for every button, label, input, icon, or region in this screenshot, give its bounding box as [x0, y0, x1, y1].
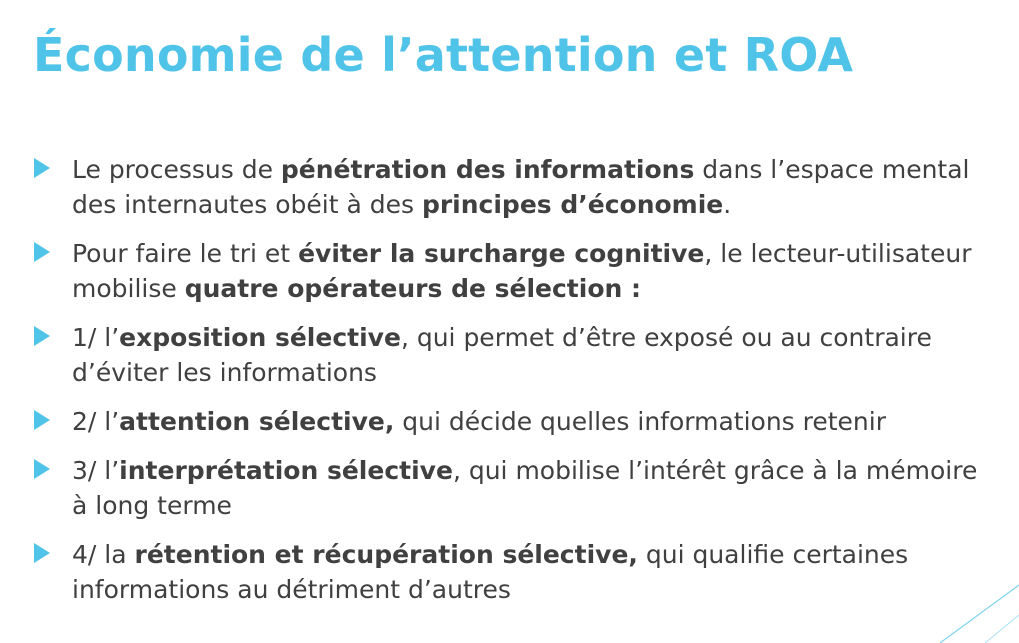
bullet-item: Pour faire le tri et éviter la surcharge… — [34, 236, 994, 306]
triangle-right-icon — [34, 459, 50, 479]
bullet-text: 3/ l’interprétation sélective, qui mobil… — [72, 456, 977, 520]
bullet-bold-run: interprétation sélective — [119, 456, 453, 485]
bullet-text: 4/ la rétention et récupération sélectiv… — [72, 540, 908, 604]
bullet-item: 2/ l’attention sélective, qui décide que… — [34, 404, 994, 439]
bullet-item: 3/ l’interprétation sélective, qui mobil… — [34, 453, 994, 523]
bullet-bold-run: attention sélective, — [119, 407, 395, 436]
slide-title: Économie de l’attention et ROA — [33, 28, 854, 82]
bullet-text: Le processus de pénétration des informat… — [72, 155, 970, 219]
bullet-bold-run: quatre opérateurs de sélection : — [184, 274, 641, 303]
bullet-bold-run: principes d’économie — [421, 190, 724, 219]
triangle-right-icon — [34, 158, 50, 178]
bullet-text: 1/ l’exposition sélective, qui permet d’… — [72, 323, 932, 387]
bullet-text-run: Pour faire le tri et — [72, 239, 299, 268]
bullet-text: 2/ l’attention sélective, qui décide que… — [72, 407, 886, 436]
triangle-right-icon — [34, 410, 50, 430]
bullet-item: 4/ la rétention et récupération sélectiv… — [34, 537, 994, 607]
bullet-text: Pour faire le tri et éviter la surcharge… — [72, 239, 971, 303]
bullet-text-run: 2/ l’ — [72, 407, 120, 436]
bullet-text-run: 1/ l’ — [72, 323, 120, 352]
bullet-text-run: qui décide quelles informations retenir — [394, 407, 886, 436]
triangle-right-icon — [34, 326, 50, 346]
bullet-item: Le processus de pénétration des informat… — [34, 152, 994, 222]
bullet-text-run: Le processus de — [72, 155, 281, 184]
bullet-text-run: 3/ l’ — [72, 456, 120, 485]
bullet-text-run: . — [723, 190, 732, 219]
bullet-list: Le processus de pénétration des informat… — [34, 152, 994, 621]
triangle-right-icon — [34, 242, 50, 262]
bullet-bold-run: exposition sélective — [119, 323, 401, 352]
triangle-right-icon — [34, 543, 50, 563]
bullet-bold-run: rétention et récupération sélective, — [134, 540, 638, 569]
bullet-bold-run: éviter la surcharge cognitive — [298, 239, 705, 268]
bullet-bold-run: pénétration des informations — [280, 155, 695, 184]
bullet-item: 1/ l’exposition sélective, qui permet d’… — [34, 320, 994, 390]
bullet-text-run: 4/ la — [72, 540, 135, 569]
